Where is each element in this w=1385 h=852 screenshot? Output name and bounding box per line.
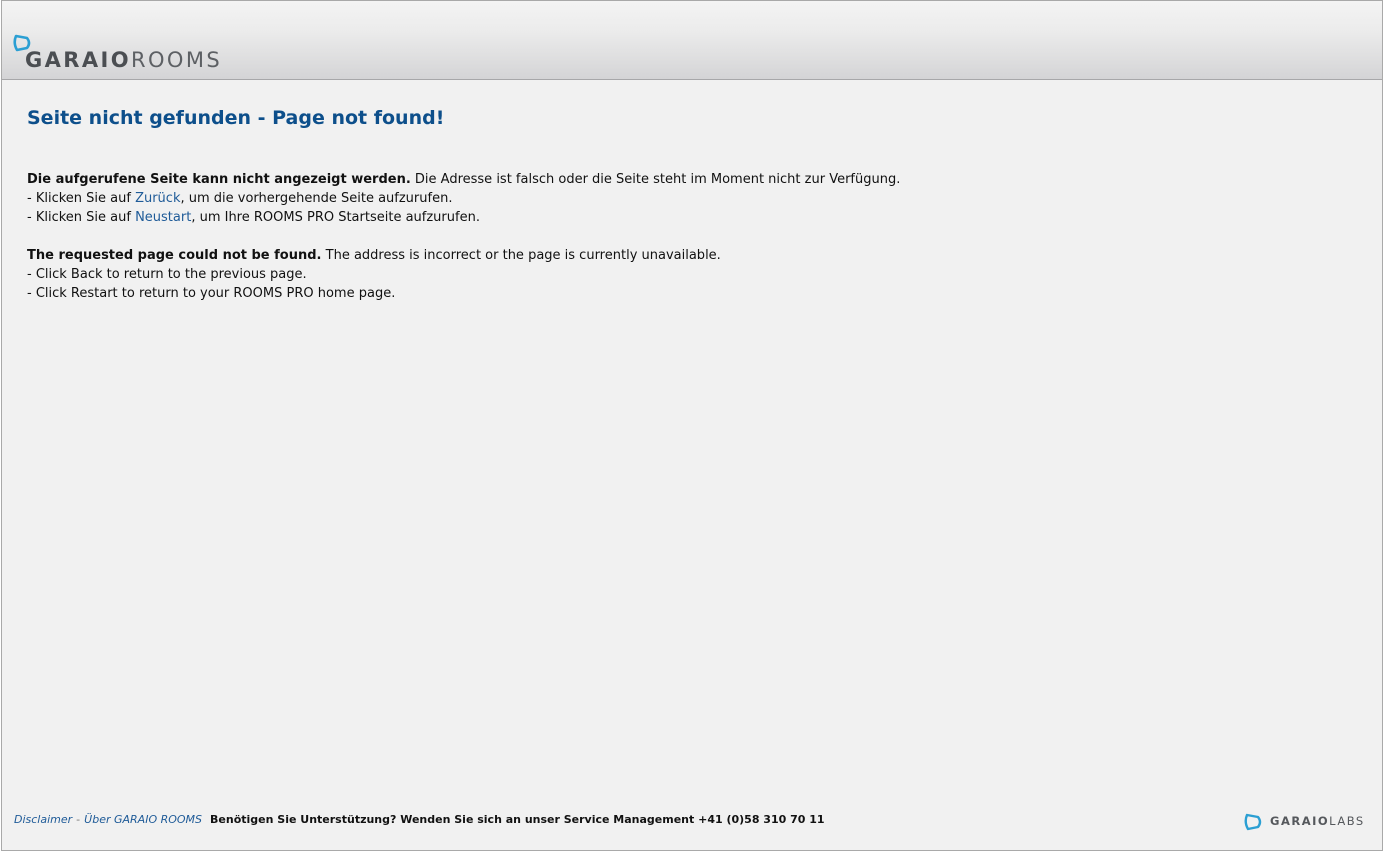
header: GARAIOROOMS: [2, 1, 1382, 80]
german-restart-line: - Klicken Sie auf Neustart, um Ihre ROOM…: [27, 210, 480, 225]
footer: Disclaimer - Über GARAIO ROOMS Benötigen Si…: [14, 812, 1369, 832]
labs-logo-ring-icon: [1244, 813, 1262, 831]
support-text: Benötigen Sie Unterstützung? Wenden Sie …: [210, 813, 825, 826]
footer-separator: -: [76, 813, 81, 826]
german-message: Die aufgerufene Seite kann nicht angezei…: [27, 170, 1327, 227]
disclaimer-link[interactable]: Disclaimer: [14, 813, 72, 826]
logo-text: GARAIOROOMS: [25, 48, 223, 72]
page-title: Seite nicht gefunden - Page not found!: [27, 107, 445, 129]
page-frame: GARAIOROOMS Seite nicht gefunden - Page …: [1, 0, 1383, 851]
labs-logo-text: GARAIOLABS: [1270, 814, 1365, 828]
german-back-line: - Klicken Sie auf Zurück, um die vorherg…: [27, 191, 453, 206]
english-lead: The requested page could not be found. T…: [27, 248, 721, 263]
about-link[interactable]: Über GARAIO ROOMS: [84, 813, 202, 826]
main-content: Seite nicht gefunden - Page not found! D…: [27, 107, 1327, 303]
german-lead: Die aufgerufene Seite kann nicht angezei…: [27, 172, 901, 187]
garaio-labs-logo[interactable]: GARAIOLABS: [1243, 812, 1363, 832]
english-restart-line: - Click Restart to return to your ROOMS …: [27, 286, 396, 301]
back-link[interactable]: Zurück: [135, 191, 180, 206]
english-back-line: - Click Back to return to the previous p…: [27, 267, 307, 282]
restart-link[interactable]: Neustart: [135, 210, 191, 225]
english-message: The requested page could not be found. T…: [27, 246, 1327, 303]
